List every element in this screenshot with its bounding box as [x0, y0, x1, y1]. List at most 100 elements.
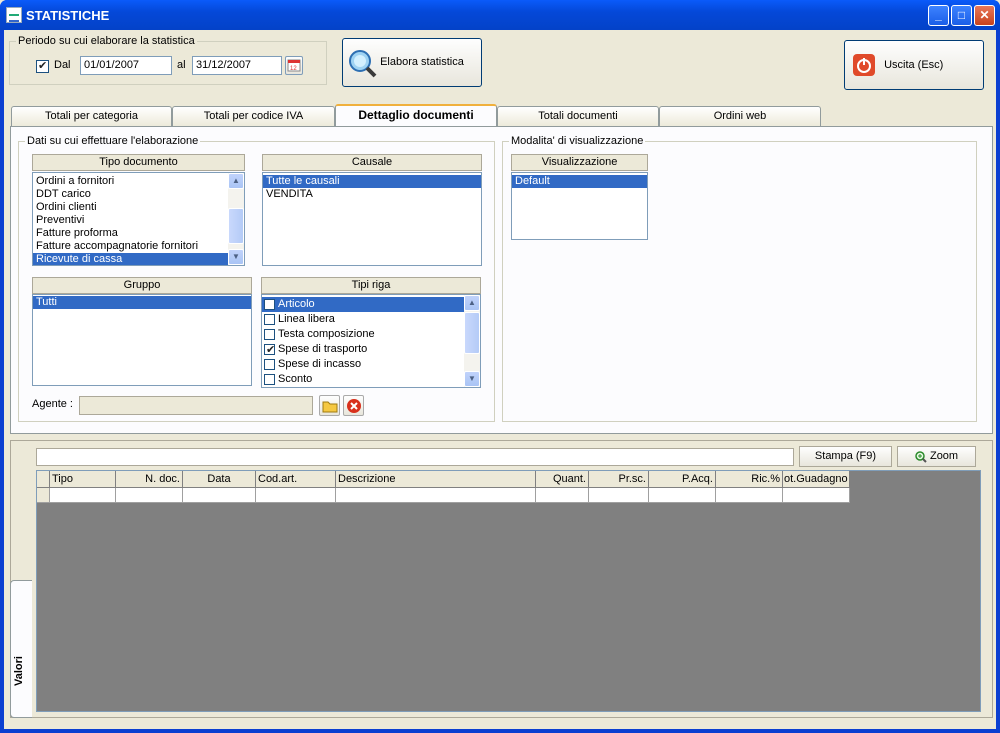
list-item-selected[interactable]: Tutte le causali — [263, 175, 481, 188]
agente-browse-button[interactable] — [319, 395, 340, 416]
gruppo-items: Tutti — [33, 295, 251, 309]
checkbox[interactable] — [264, 373, 275, 385]
item-label: Articolo — [278, 298, 315, 310]
scroll-down-icon[interactable]: ▼ — [464, 371, 480, 387]
tipi-riga-scrollbar[interactable]: ▲ ▼ — [464, 295, 480, 387]
column-header-quant[interactable]: Quant. — [536, 471, 589, 488]
gruppo-list[interactable]: Tutti — [32, 294, 252, 386]
tab-totali-iva[interactable]: Totali per codice IVA — [172, 106, 335, 127]
list-item-selected[interactable]: Tutti — [33, 296, 251, 309]
column-header-ric[interactable]: Ric.% — [716, 471, 783, 488]
table-cell[interactable] — [256, 488, 336, 503]
valori-tab[interactable]: Valori — [10, 580, 32, 718]
grid-corner — [37, 471, 50, 488]
column-header-tipo[interactable]: Tipo — [50, 471, 116, 488]
zoom-icon — [915, 450, 927, 463]
client-area: Periodo su cui elaborare la statistica D… — [4, 30, 996, 729]
calendar-icon: 12 — [287, 59, 301, 72]
tipo-documento-list[interactable]: Ordini a fornitori DDT carico Ordini cli… — [32, 172, 245, 266]
scroll-up-icon[interactable]: ▲ — [464, 295, 480, 311]
item-label: Linea libera — [278, 313, 335, 325]
tipo-riga-articolo[interactable]: Articolo — [262, 297, 464, 312]
checkbox[interactable] — [264, 358, 275, 370]
zoom-button[interactable]: Zoom — [897, 446, 976, 467]
visualizzazione-header: Visualizzazione — [511, 154, 648, 171]
column-header-p-acq[interactable]: P.Acq. — [649, 471, 716, 488]
table-cell[interactable] — [183, 488, 256, 503]
valori-filter-input[interactable] — [36, 448, 794, 466]
dal-checkbox[interactable] — [36, 59, 49, 73]
from-date-input[interactable]: 01/01/2007 — [80, 56, 172, 75]
magnifier-icon — [349, 49, 377, 77]
list-item-selected[interactable]: Default — [512, 175, 647, 188]
tipi-riga-list[interactable]: Articolo Linea libera Testa composizione… — [261, 294, 481, 388]
close-button[interactable]: ✕ — [974, 5, 995, 26]
tipo-riga-spese-incasso[interactable]: Spese di incasso — [262, 357, 464, 372]
table-cell[interactable] — [649, 488, 716, 503]
valori-grid[interactable]: Tipo N. doc. Data Cod.art. Descrizione Q… — [36, 470, 981, 712]
tipo-riga-testa-composizione[interactable]: Testa composizione — [262, 327, 464, 342]
zoom-label: Zoom — [929, 450, 959, 462]
scroll-thumb[interactable] — [464, 312, 480, 354]
list-item[interactable]: Ordini a fornitori — [33, 175, 229, 188]
to-date-input[interactable]: 31/12/2007 — [192, 56, 282, 75]
scroll-down-icon[interactable]: ▼ — [228, 249, 244, 265]
column-header-tot-guadagno[interactable]: ot.Guadagno — [783, 471, 850, 488]
tab-totali-documenti[interactable]: Totali documenti — [497, 106, 659, 127]
row-indicator[interactable] — [37, 488, 50, 503]
checkbox[interactable] — [264, 328, 275, 340]
agente-label: Agente : — [32, 398, 73, 410]
checkbox[interactable] — [264, 313, 275, 325]
agente-clear-button[interactable] — [343, 395, 364, 416]
title-bar[interactable]: STATISTICHE _ □ ✕ — [0, 0, 1000, 30]
modalita-legend: Modalita' di visualizzazione — [511, 135, 644, 147]
table-cell[interactable] — [116, 488, 183, 503]
table-cell[interactable] — [50, 488, 116, 503]
column-header-descrizione[interactable]: Descrizione — [336, 471, 536, 488]
table-cell[interactable] — [589, 488, 649, 503]
table-cell[interactable] — [536, 488, 589, 503]
tipo-riga-spese-trasporto[interactable]: Spese di trasporto — [262, 342, 464, 358]
column-header-n-doc[interactable]: N. doc. — [116, 471, 183, 488]
maximize-button[interactable]: □ — [951, 5, 972, 26]
elabora-label: Elabora statistica — [380, 56, 464, 68]
agente-input[interactable] — [79, 396, 313, 415]
tipo-riga-sconto[interactable]: Sconto — [262, 372, 464, 387]
tab-ordini-web[interactable]: Ordini web — [659, 106, 821, 127]
item-label: Spese di incasso — [278, 358, 362, 370]
minimize-button[interactable]: _ — [928, 5, 949, 26]
elabora-button[interactable]: Elabora statistica — [342, 38, 482, 87]
list-item[interactable]: Fatture proforma — [33, 227, 229, 240]
list-item[interactable]: Ordini clienti — [33, 201, 229, 214]
folder-icon — [322, 401, 337, 413]
gruppo-header: Gruppo — [32, 277, 252, 294]
list-item-selected[interactable]: Ricevute di cassa — [33, 253, 229, 265]
valori-tab-label: Valori — [13, 656, 25, 686]
list-item[interactable]: DDT carico — [33, 188, 229, 201]
column-header-data[interactable]: Data — [183, 471, 256, 488]
scroll-up-icon[interactable]: ▲ — [228, 173, 244, 189]
scroll-thumb[interactable] — [228, 208, 244, 244]
tipo-riga-linea-libera[interactable]: Linea libera — [262, 312, 464, 327]
table-cell[interactable] — [783, 488, 850, 503]
tab-totali-categoria[interactable]: Totali per categoria — [11, 106, 172, 127]
tab-dettaglio-documenti[interactable]: Dettaglio documenti — [335, 104, 497, 128]
checkbox-checked[interactable] — [264, 343, 275, 358]
tipo-documento-header: Tipo documento — [32, 154, 245, 171]
stampa-button[interactable]: Stampa (F9) — [799, 446, 892, 467]
table-cell[interactable] — [336, 488, 536, 503]
visualizzazione-items: Default — [512, 173, 647, 188]
tipo-documento-scrollbar[interactable]: ▲ ▼ — [228, 173, 244, 265]
visualizzazione-list[interactable]: Default — [511, 172, 648, 240]
table-cell[interactable] — [716, 488, 783, 503]
uscita-button[interactable]: Uscita (Esc) — [844, 40, 984, 90]
causale-list[interactable]: Tutte le causali VENDITA — [262, 172, 482, 266]
tipo-documento-items: Ordini a fornitori DDT carico Ordini cli… — [33, 173, 229, 265]
column-header-cod-art[interactable]: Cod.art. — [256, 471, 336, 488]
column-header-pr-sc[interactable]: Pr.sc. — [589, 471, 649, 488]
checkbox[interactable] — [264, 298, 275, 310]
calendar-button[interactable]: 12 — [285, 56, 303, 75]
list-item[interactable]: VENDITA — [263, 188, 481, 201]
list-item[interactable]: Preventivi — [33, 214, 229, 227]
list-item[interactable]: Fatture accompagnatorie fornitori — [33, 240, 229, 253]
